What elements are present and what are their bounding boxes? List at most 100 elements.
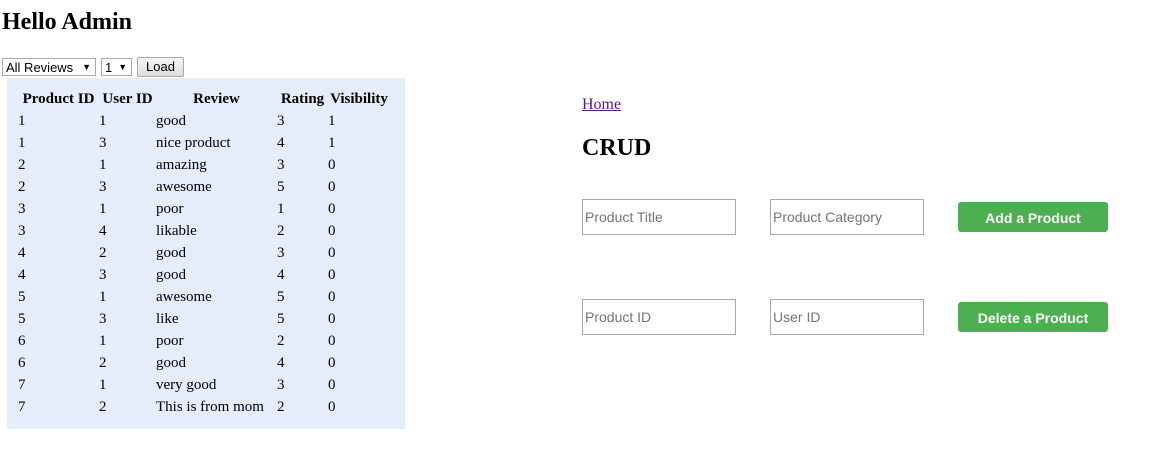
dropdown-arrow-icon: ▼ xyxy=(118,62,128,72)
cell-visibility: 0 xyxy=(328,244,336,261)
reviews-table: Product ID User ID Review Rating Visibil… xyxy=(18,88,390,418)
cell-product-id: 5 xyxy=(18,310,26,327)
cell-rating: 2 xyxy=(277,398,285,415)
cell-product-id: 4 xyxy=(18,266,26,283)
cell-product-id: 2 xyxy=(18,178,26,195)
cell-product-id: 7 xyxy=(18,398,26,415)
cell-user-id: 2 xyxy=(99,354,107,371)
page-number-value: 1 xyxy=(105,59,113,75)
cell-review: poor xyxy=(156,200,184,217)
cell-review: amazing xyxy=(156,156,207,173)
column-header-review: Review xyxy=(193,90,240,107)
cell-review: good xyxy=(156,354,186,371)
cell-product-id: 2 xyxy=(18,156,26,173)
cell-visibility: 0 xyxy=(328,156,336,173)
cell-user-id: 1 xyxy=(99,376,107,393)
cell-product-id: 6 xyxy=(18,332,26,349)
cell-product-id: 7 xyxy=(18,376,26,393)
cell-visibility: 1 xyxy=(328,112,336,129)
cell-product-id: 1 xyxy=(18,112,26,129)
table-row: 7 2 This is from mom 2 0 xyxy=(18,396,390,418)
cell-user-id: 2 xyxy=(99,244,107,261)
column-header-product-id: Product ID xyxy=(22,90,95,107)
admin-page: Hello Admin All Reviews ▼ 1 ▼ Load Produ… xyxy=(0,0,1155,470)
crud-heading: CRUD xyxy=(582,135,652,161)
reviews-table-body: 1 1 good 3 1 1 3 nice product 4 1 2 1 amazing 3 0 2 3 awe… xyxy=(18,110,390,418)
cell-review: likable xyxy=(156,222,197,239)
table-row: 2 1 amazing 3 0 xyxy=(18,154,390,176)
cell-user-id: 1 xyxy=(99,288,107,305)
product-id-input[interactable] xyxy=(582,299,736,335)
cell-user-id: 1 xyxy=(99,200,107,217)
cell-visibility: 0 xyxy=(328,222,336,239)
cell-review: poor xyxy=(156,332,184,349)
column-header-visibility: Visibility xyxy=(330,90,388,107)
cell-visibility: 0 xyxy=(328,354,336,371)
cell-user-id: 1 xyxy=(99,112,107,129)
cell-product-id: 6 xyxy=(18,354,26,371)
cell-product-id: 3 xyxy=(18,200,26,217)
cell-rating: 5 xyxy=(277,310,285,327)
cell-user-id: 3 xyxy=(99,266,107,283)
cell-visibility: 0 xyxy=(328,288,336,305)
cell-review: good xyxy=(156,266,186,283)
cell-rating: 4 xyxy=(277,354,285,371)
table-row: 4 3 good 4 0 xyxy=(18,264,390,286)
cell-rating: 3 xyxy=(277,156,285,173)
cell-review: awesome xyxy=(156,288,212,305)
cell-review: very good xyxy=(156,376,217,393)
table-row: 5 1 awesome 5 0 xyxy=(18,286,390,308)
product-category-input[interactable] xyxy=(770,199,924,235)
cell-rating: 1 xyxy=(277,200,285,217)
cell-user-id: 1 xyxy=(99,156,107,173)
cell-visibility: 0 xyxy=(328,398,336,415)
cell-rating: 5 xyxy=(277,288,285,305)
cell-review: awesome xyxy=(156,178,212,195)
delete-product-button[interactable]: Delete a Product xyxy=(958,302,1108,332)
user-id-input[interactable] xyxy=(770,299,924,335)
table-row: 6 2 good 4 0 xyxy=(18,352,390,374)
table-row: 7 1 very good 3 0 xyxy=(18,374,390,396)
cell-visibility: 0 xyxy=(328,332,336,349)
cell-product-id: 1 xyxy=(18,134,26,151)
cell-rating: 4 xyxy=(277,266,285,283)
cell-user-id: 3 xyxy=(99,310,107,327)
load-button[interactable]: Load xyxy=(137,57,184,77)
cell-visibility: 1 xyxy=(328,134,336,151)
review-controls: All Reviews ▼ 1 ▼ Load xyxy=(2,57,184,77)
cell-visibility: 0 xyxy=(328,178,336,195)
cell-review: good xyxy=(156,244,186,261)
cell-rating: 2 xyxy=(277,332,285,349)
cell-visibility: 0 xyxy=(328,310,336,327)
cell-rating: 3 xyxy=(277,244,285,261)
cell-user-id: 2 xyxy=(99,398,107,415)
cell-rating: 5 xyxy=(277,178,285,195)
review-filter-value: All Reviews xyxy=(6,59,74,75)
table-row: 1 3 nice product 4 1 xyxy=(18,132,390,154)
cell-product-id: 3 xyxy=(18,222,26,239)
product-title-input[interactable] xyxy=(582,199,736,235)
cell-review: This is from mom xyxy=(156,398,264,415)
cell-user-id: 4 xyxy=(99,222,107,239)
table-row: 1 1 good 3 1 xyxy=(18,110,390,132)
home-link[interactable]: Home xyxy=(582,96,621,114)
cell-review: good xyxy=(156,112,186,129)
cell-user-id: 3 xyxy=(99,134,107,151)
column-header-rating: Rating xyxy=(280,90,325,107)
page-number-select[interactable]: 1 ▼ xyxy=(101,58,132,76)
cell-rating: 4 xyxy=(277,134,285,151)
cell-visibility: 0 xyxy=(328,376,336,393)
cell-rating: 3 xyxy=(277,112,285,129)
column-header-user-id: User ID xyxy=(102,90,153,107)
cell-review: nice product xyxy=(156,134,231,151)
cell-product-id: 4 xyxy=(18,244,26,261)
table-row: 3 1 poor 1 0 xyxy=(18,198,390,220)
add-product-button[interactable]: Add a Product xyxy=(958,202,1108,232)
greeting-heading: Hello Admin xyxy=(2,9,133,35)
review-filter-select[interactable]: All Reviews ▼ xyxy=(2,58,96,76)
cell-visibility: 0 xyxy=(328,266,336,283)
dropdown-arrow-icon: ▼ xyxy=(82,62,91,72)
cell-user-id: 3 xyxy=(99,178,107,195)
cell-product-id: 5 xyxy=(18,288,26,305)
cell-rating: 2 xyxy=(277,222,285,239)
